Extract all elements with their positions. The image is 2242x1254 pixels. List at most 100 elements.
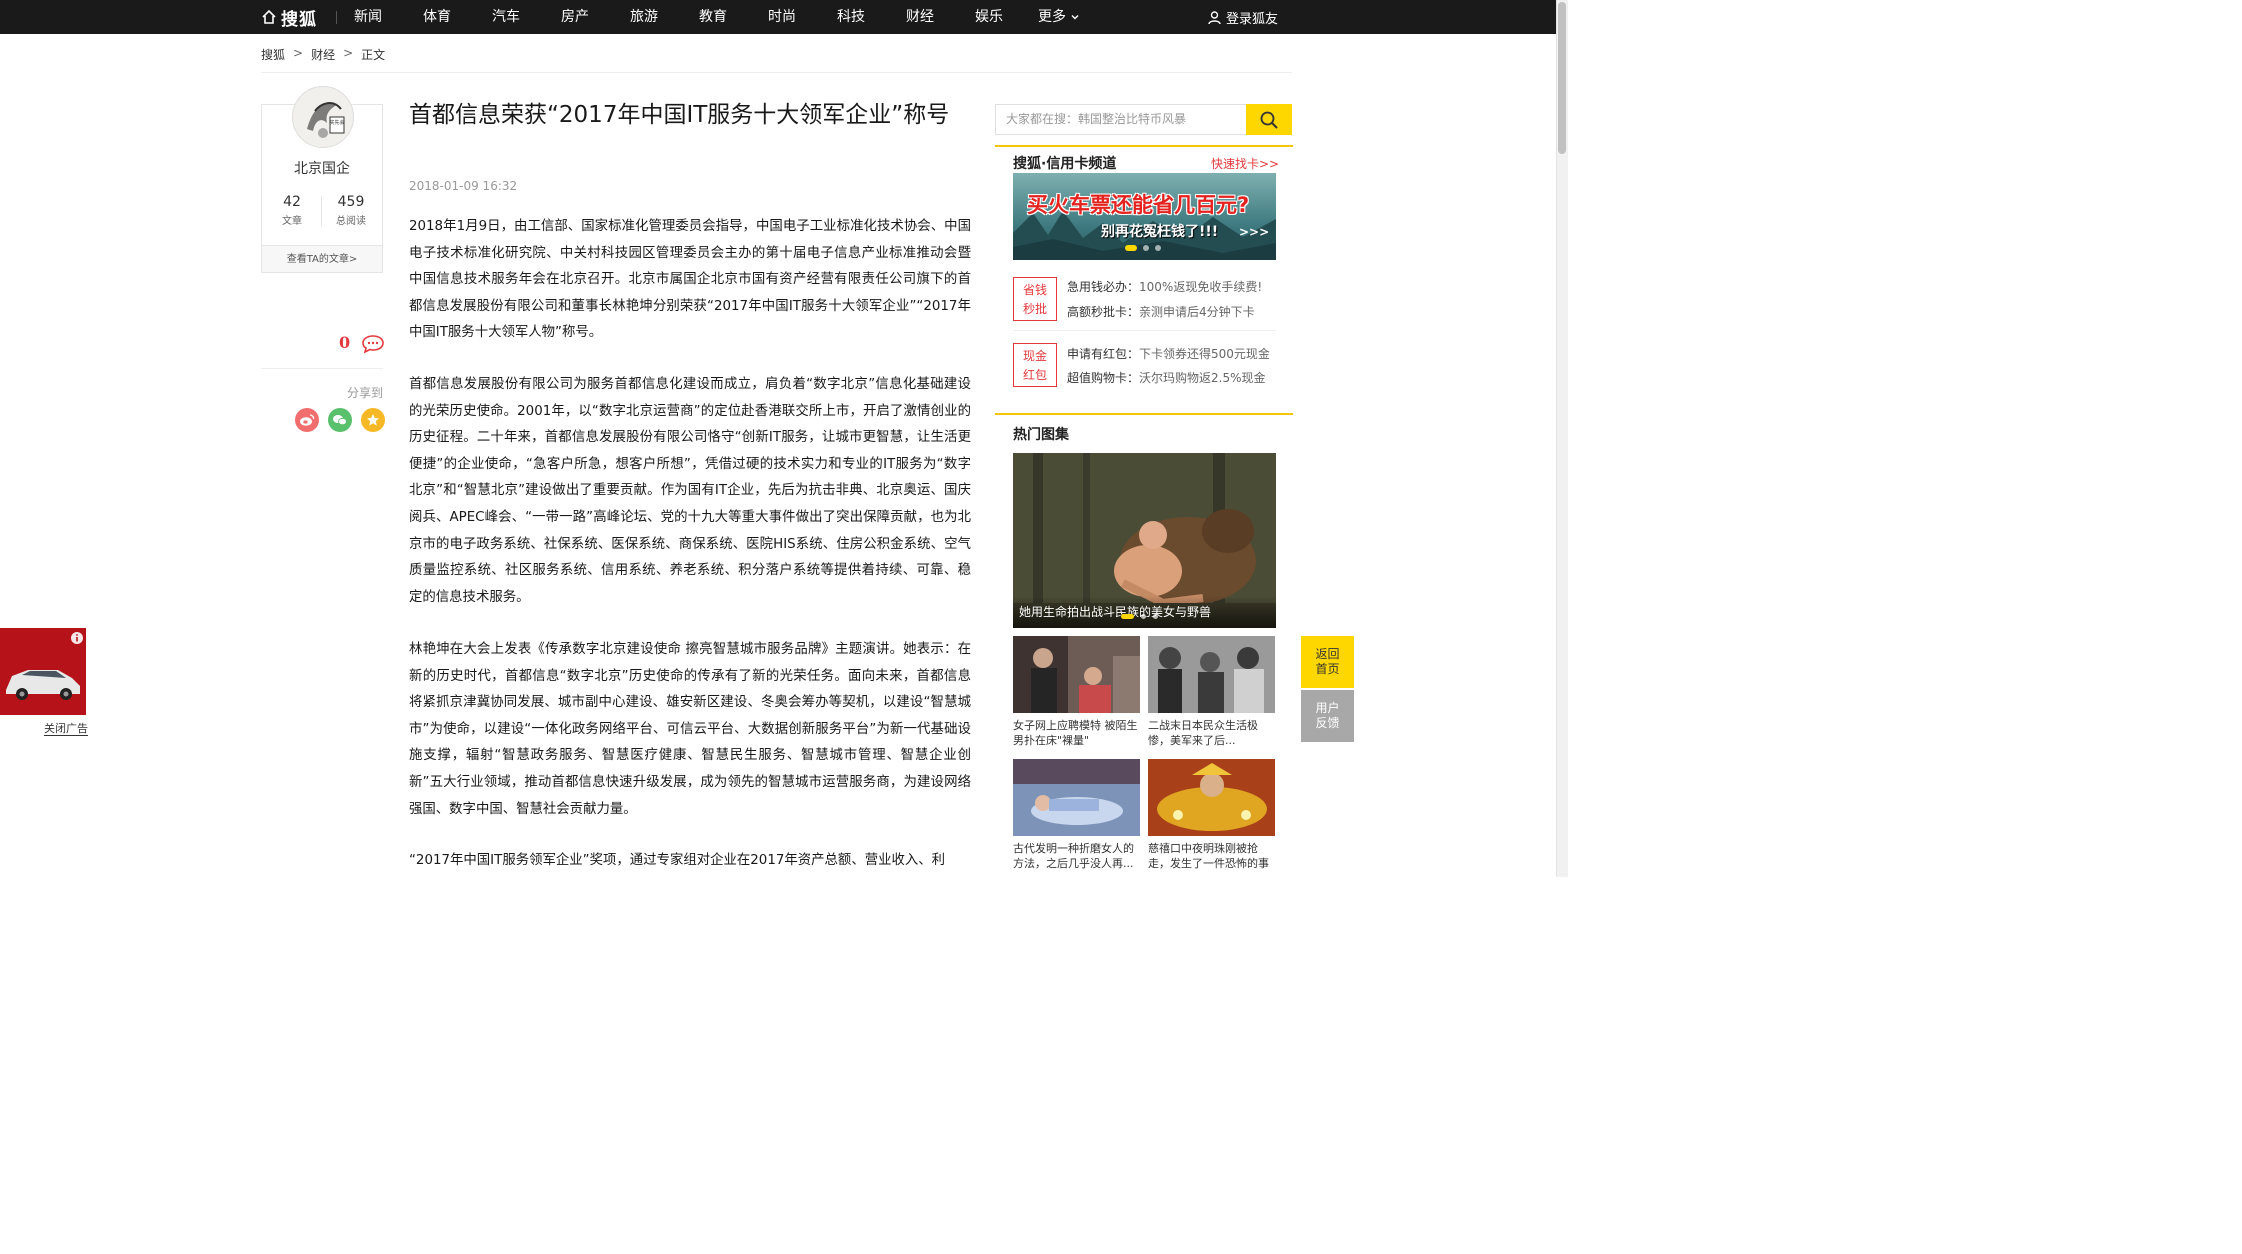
nav-divider (336, 11, 337, 24)
gallery-caption: 她用生命拍出战斗民族的美女与野兽 (1013, 596, 1276, 628)
favorite-share-button[interactable] (361, 408, 385, 432)
breadcrumb-divider (261, 72, 1292, 73)
search-icon (1260, 111, 1278, 129)
articles-label: 文章 (282, 216, 302, 227)
gallery-thumb-caption[interactable]: 古代发明一种折磨女人的方法，之后几乎没人再... (1013, 841, 1143, 871)
thumb-image (1148, 759, 1275, 836)
ad-info-icon[interactable] (70, 631, 84, 645)
article-paragraph: 林艳坤在大会上发表《传承数字北京建设使命 擦亮智慧城市服务品牌》主题演讲。她表示… (409, 642, 971, 817)
feedback-button[interactable]: 用户 反馈 (1301, 690, 1354, 742)
back-home-label: 返回 (1315, 647, 1340, 661)
logo-text: 搜狐 (281, 9, 317, 30)
article-paragraph: “2017年中国IT服务领军企业”奖项，通过专家组对企业在2017年资产总额、营… (409, 853, 946, 868)
stat-reads: 459 总阅读 (321, 194, 381, 227)
breadcrumb: 搜狐 > 财经 > 正文 (261, 46, 385, 63)
nav-item-travel[interactable]: 旅游 (630, 0, 658, 34)
nav-item-education[interactable]: 教育 (699, 0, 727, 34)
feedback-label: 反馈 (1315, 716, 1340, 730)
nav-item-news[interactable]: 新闻 (354, 0, 382, 34)
scrollbar-thumb[interactable] (1558, 2, 1566, 154)
home-icon (262, 9, 276, 24)
breadcrumb-finance[interactable]: 财经 (311, 46, 335, 63)
gallery-thumb[interactable] (1148, 759, 1275, 836)
search-input[interactable]: 大家都在搜：韩国整治比特币风暴 (995, 104, 1247, 135)
side-ad[interactable] (0, 628, 86, 715)
article-paragraph: 2018年1月9日，由工信部、国家标准化管理委员会指导，中国电子工业标准化技术协… (409, 219, 971, 341)
card-tag-cash: 现金 红包 (1013, 343, 1057, 387)
wechat-share-button[interactable] (328, 408, 352, 432)
gallery-thumb[interactable] (1148, 636, 1275, 713)
offer-label: 急用钱必办： (1067, 280, 1140, 294)
reads-label: 总阅读 (336, 216, 366, 227)
gallery-thumb-caption[interactable]: 二战末日本民众生活极惨，美军来了后... (1148, 718, 1278, 748)
avatar-seal-text: 实先会 (329, 119, 344, 126)
nav-item-sports[interactable]: 体育 (423, 0, 451, 34)
sohu-logo[interactable]: 搜狐 (261, 0, 317, 34)
nav-item-auto[interactable]: 汽车 (492, 0, 520, 34)
card-tag-save: 省钱 秒批 (1013, 277, 1057, 321)
weibo-icon (300, 414, 315, 426)
author-name[interactable]: 北京国企 (261, 158, 383, 178)
login-label: 登录狐友 (1226, 11, 1279, 27)
banner-headline: 买火车票还能省几百元? (1027, 193, 1250, 217)
banner-pager[interactable] (1125, 245, 1161, 251)
offer-desc: 下卡领券还得500元现金 (1139, 347, 1270, 361)
article-paragraph: 首都信息发展股份有限公司为服务首都信息化建设而成立，肩负着“数字北京”信息化基础… (409, 377, 971, 605)
avatar-logo: 实先会 (307, 102, 345, 138)
card-tag-line: 现金 (1022, 349, 1047, 363)
wechat-icon (333, 415, 347, 426)
comment-count[interactable]: 0 (339, 333, 350, 352)
gallery-pager[interactable] (1121, 614, 1158, 619)
card-offer-link[interactable]: 高额秒批卡：亲测申请后4分钟下卡 (1067, 303, 1255, 320)
hot-gallery-title: 热门图集 (1013, 427, 1069, 443)
breadcrumb-separator: > (343, 46, 354, 60)
nav-item-house[interactable]: 房产 (561, 0, 589, 34)
breadcrumb-current: 正文 (361, 48, 386, 62)
banner-arrow: >>> (1239, 225, 1270, 239)
offer-label: 超值购物卡： (1067, 371, 1140, 385)
offer-desc: 沃尔玛购物返2.5%现金 (1139, 371, 1266, 385)
card-tag-line: 秒批 (1022, 302, 1047, 316)
nav-item-more[interactable]: 更多 (1038, 0, 1081, 34)
chevron-down-icon (1071, 15, 1079, 20)
credit-card-banner[interactable]: 买火车票还能省几百元? 别再花冤枉钱了!!! >>> (1013, 173, 1276, 260)
gallery-thumb[interactable] (1013, 759, 1140, 836)
hot-gallery-main[interactable]: 她用生命拍出战斗民族的美女与野兽 (1013, 453, 1276, 628)
card-offer-link[interactable]: 申请有红包：下卡领券还得500元现金 (1067, 345, 1270, 362)
close-ad-link[interactable]: 关闭广告 (44, 722, 88, 736)
thumb-image (1013, 759, 1140, 836)
feedback-label: 用户 (1315, 701, 1340, 715)
gallery-thumb-caption[interactable]: 女子网上应聘模特 被陌生男扑在床"裸量" (1013, 718, 1143, 748)
card-offer-link[interactable]: 超值购物卡：沃尔玛购物返2.5%现金 (1067, 369, 1266, 386)
article-title: 首都信息荣获“2017年中国IT服务十大领军企业”称号 (409, 102, 950, 128)
thumb-image (1148, 636, 1275, 713)
nav-more-label: 更多 (1038, 9, 1066, 25)
card-offer-link[interactable]: 急用钱必办：100%返现免收手续费! (1067, 278, 1262, 295)
back-home-button[interactable]: 返回 首页 (1301, 636, 1354, 688)
gallery-thumb-caption[interactable]: 慈禧口中夜明珠刚被抢走，发生了一件恐怖的事 (1148, 841, 1278, 871)
back-home-label: 首页 (1315, 662, 1340, 676)
stat-articles: 42 文章 (262, 194, 322, 227)
nav-item-tech[interactable]: 科技 (837, 0, 865, 34)
user-icon (1208, 10, 1221, 24)
nav-item-entertainment[interactable]: 娱乐 (975, 0, 1003, 34)
article-date: 2018-01-09 16:32 (409, 179, 518, 193)
gallery-thumb[interactable] (1013, 636, 1140, 713)
offer-desc: 亲测申请后4分钟下卡 (1139, 305, 1255, 319)
avatar[interactable]: 实先会 (292, 86, 354, 148)
reads-count: 459 (337, 194, 365, 210)
login-link[interactable]: 登录狐友 (1207, 0, 1278, 34)
weibo-share-button[interactable] (295, 408, 319, 432)
find-card-link[interactable]: 快速找卡>> (1211, 155, 1279, 172)
comment-icon[interactable] (361, 334, 385, 354)
card-tag-line: 省钱 (1022, 283, 1047, 297)
view-author-articles-link[interactable]: 查看TA的文章> (262, 245, 382, 272)
search-button[interactable] (1246, 104, 1292, 135)
nav-item-finance[interactable]: 财经 (906, 0, 934, 34)
thumb-image (1013, 636, 1140, 713)
offer-label: 高额秒批卡： (1067, 305, 1140, 319)
offer-desc: 100%返现免收手续费! (1139, 280, 1263, 294)
nav-item-fashion[interactable]: 时尚 (768, 0, 796, 34)
breadcrumb-home[interactable]: 搜狐 (261, 46, 285, 63)
breadcrumb-separator: > (293, 46, 304, 60)
